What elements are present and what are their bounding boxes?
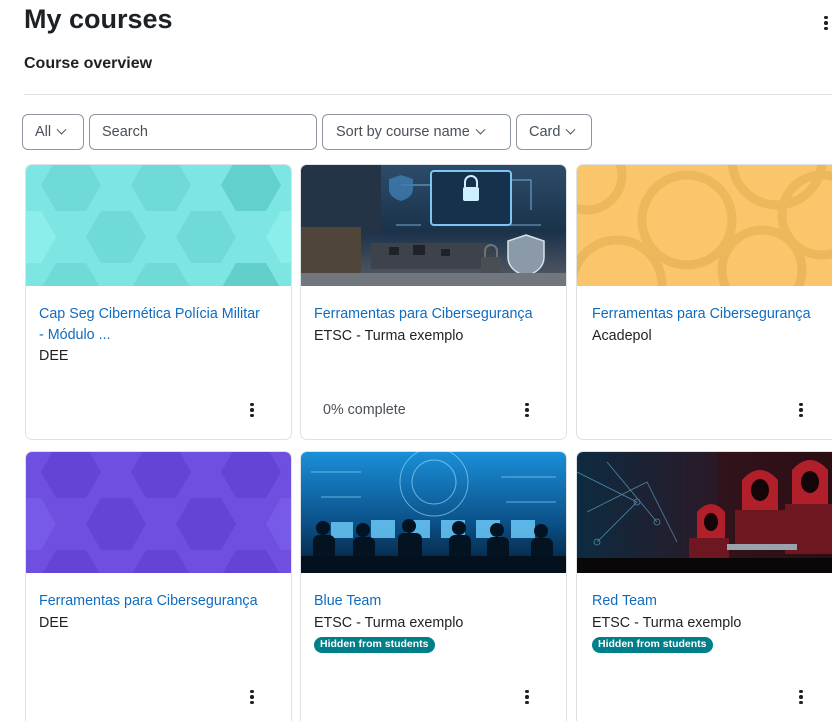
page-title: My courses — [24, 4, 173, 34]
chevron-down-icon — [475, 124, 486, 135]
course-image-hexagon-pattern[interactable] — [26, 165, 291, 286]
course-card: Ferramentas para Cibersegurança Acadepol — [576, 164, 832, 440]
hidden-from-students-badge: Hidden from students — [314, 637, 435, 653]
course-name-link[interactable]: Ferramentas para Cibersegurança — [314, 304, 556, 325]
course-category: DEE — [39, 348, 69, 364]
course-name-link-continued[interactable]: - Módulo ... — [39, 325, 281, 346]
course-category: DEE — [39, 615, 69, 631]
course-image-cybersecurity-desk-photo[interactable] — [301, 165, 566, 286]
course-actions-kebab-icon[interactable] — [795, 400, 807, 420]
page-actions-menu-icon[interactable] — [820, 12, 832, 34]
course-card: Blue Team ETSC - Turma exemplo Hidden fr… — [300, 451, 567, 721]
course-actions-kebab-icon[interactable] — [246, 687, 258, 707]
course-category: Acadepol — [592, 328, 652, 344]
section-title: Course overview — [24, 55, 153, 72]
course-actions-kebab-icon[interactable] — [521, 687, 533, 707]
course-category: ETSC - Turma exemplo — [314, 615, 464, 631]
course-name-link[interactable]: Ferramentas para Cibersegurança — [39, 591, 281, 612]
course-card: Red Team ETSC - Turma exemplo Hidden fro… — [576, 451, 832, 721]
course-actions-kebab-icon[interactable] — [246, 400, 258, 420]
course-actions-kebab-icon[interactable] — [795, 687, 807, 707]
sort-dropdown-label: Sort by course name — [336, 124, 470, 140]
course-image-circles-pattern[interactable] — [577, 165, 832, 286]
course-progress: 0% complete — [323, 402, 406, 418]
divider — [24, 94, 832, 95]
search-field[interactable] — [89, 114, 317, 150]
course-name-link[interactable]: Cap Seg Cibernética Polícia Militar — [39, 304, 281, 325]
chevron-down-icon — [565, 124, 576, 135]
search-input[interactable] — [102, 124, 306, 140]
course-actions-kebab-icon[interactable] — [521, 400, 533, 420]
sort-dropdown[interactable]: Sort by course name — [322, 114, 511, 150]
view-dropdown[interactable]: Card — [516, 114, 592, 150]
course-card: Ferramentas para Cibersegurança ETSC - T… — [300, 164, 567, 440]
course-card: Ferramentas para Cibersegurança DEE — [25, 451, 292, 721]
course-name-link[interactable]: Red Team — [592, 591, 832, 612]
course-image-blue-team-photo[interactable] — [301, 452, 566, 573]
course-image-red-team-photo[interactable] — [577, 452, 832, 573]
course-name-link[interactable]: Ferramentas para Cibersegurança — [592, 304, 832, 325]
view-dropdown-label: Card — [529, 124, 561, 140]
course-category: ETSC - Turma exemplo — [592, 615, 742, 631]
grouping-dropdown[interactable]: All — [22, 114, 84, 150]
chevron-down-icon — [56, 124, 67, 135]
course-category: ETSC - Turma exemplo — [314, 328, 464, 344]
grouping-dropdown-label: All — [35, 124, 52, 140]
course-card: Cap Seg Cibernética Polícia Militar - Mó… — [25, 164, 292, 440]
course-name-link[interactable]: Blue Team — [314, 591, 556, 612]
hidden-from-students-badge: Hidden from students — [592, 637, 713, 653]
course-image-hexagon-pattern[interactable] — [26, 452, 291, 573]
